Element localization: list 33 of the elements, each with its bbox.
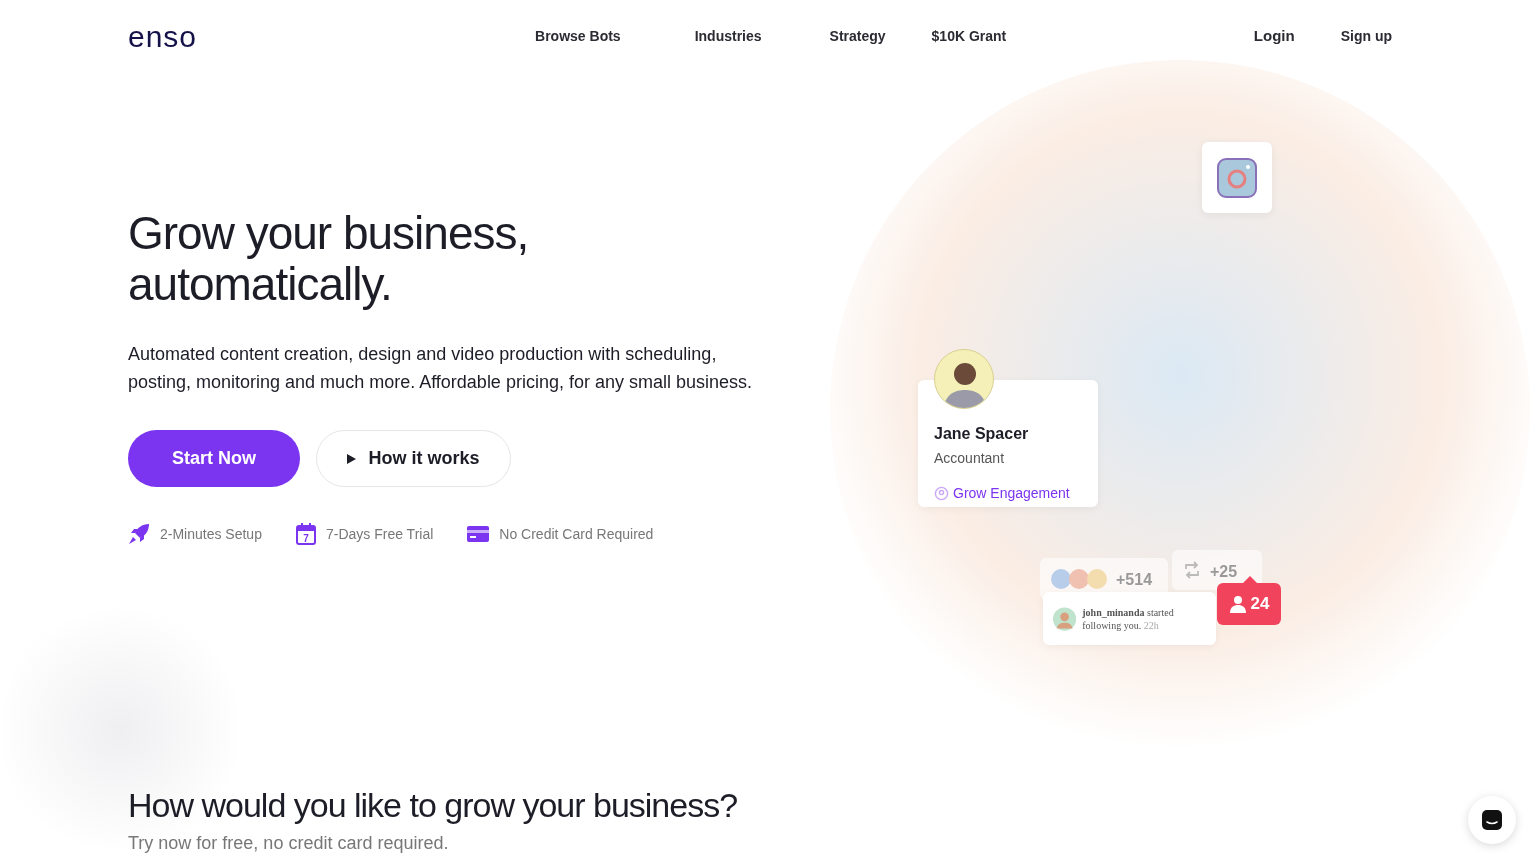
feature-label: No Credit Card Required [499,524,654,544]
play-icon [347,453,357,464]
nav-link[interactable]: Industries [694,25,762,47]
calendar-icon: 7 [295,523,316,545]
nav-link[interactable]: Strategy [829,25,886,47]
profile-role: Accountant [934,449,1006,468]
section-subtitle: Try now for free, no credit card required. [128,832,450,855]
nav-link[interactable]: Browse Bots [535,25,621,47]
section-title: How would you like to grow your business? [128,785,738,826]
profile-name: Jane Spacer [934,424,1030,444]
signup-link[interactable]: Sign up [1340,25,1392,47]
chat-icon [1481,809,1503,831]
rocket-icon [128,523,150,545]
avatar-silhouette [934,349,994,409]
login-link[interactable]: Login [1253,24,1295,48]
target-icon [934,486,949,501]
stat-chip: +25 [1172,550,1262,590]
person-icon [1228,595,1247,613]
hero-text: Automated content creation, design and video production with scheduling, posting, monitoring and much more. Affordable pricing, for any small business. [128,343,753,394]
feature-label: 7-Days Free Trial [325,524,434,544]
notification-text: john_minanda started following you. 22h [1082,605,1175,632]
logo[interactable]: enso [128,13,198,59]
chat-button[interactable] [1468,796,1516,844]
camera-icon [1217,157,1257,198]
reaction-icons [1050,568,1108,590]
repost-icon [1182,560,1202,580]
how-it-works-button[interactable]: How it works [316,430,511,487]
credit-card-icon [467,525,490,543]
start-now-button[interactable]: Start Now [128,430,300,487]
feature-label: 2-Minutes Setup [160,524,262,544]
nav-link[interactable]: $10K Grant [931,25,1007,47]
hero-title: Grow your business, automatically. [128,208,530,310]
profile-goal: Grow Engagement [953,484,1070,503]
